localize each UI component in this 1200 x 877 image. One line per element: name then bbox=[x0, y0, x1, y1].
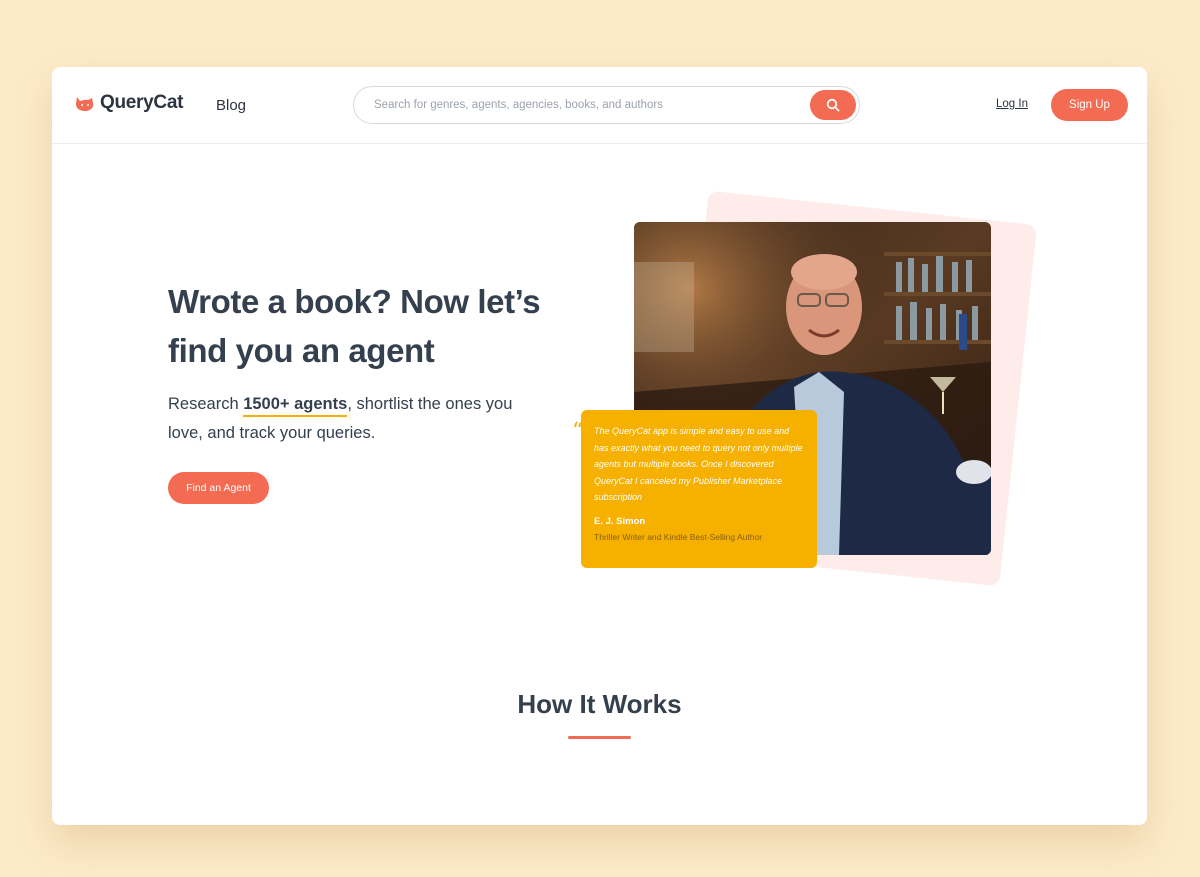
search-input[interactable] bbox=[374, 87, 804, 123]
agent-count-highlight: 1500+ agents bbox=[243, 395, 348, 417]
find-agent-button[interactable]: Find an Agent bbox=[168, 472, 269, 504]
search-bar bbox=[353, 86, 860, 124]
how-it-works-heading: How It Works bbox=[517, 689, 682, 719]
testimonial-role: Thriller Writer and Kindle Best-Selling … bbox=[594, 531, 763, 542]
search-icon bbox=[826, 98, 840, 112]
login-link[interactable]: Log In bbox=[996, 98, 1028, 110]
hero-sub-before: Research bbox=[168, 395, 244, 413]
heading-underline bbox=[568, 736, 631, 739]
testimonial-card: The QueryCat app is simple and easy to u… bbox=[581, 410, 817, 568]
hero-subtitle: Research 1500+ agents, shortlist the one… bbox=[168, 390, 528, 448]
browser-page: QueryCat Blog Log In Sign Up Wrote a boo… bbox=[52, 67, 1147, 825]
cat-icon bbox=[76, 97, 94, 111]
brand-name: QueryCat bbox=[100, 92, 184, 113]
testimonial-author: E. J. Simon bbox=[594, 515, 646, 527]
hero-title: Wrote a book? Now let’s find you an agen… bbox=[168, 283, 541, 369]
querycat-logo[interactable]: QueryCat bbox=[74, 92, 183, 114]
nav-blog-link[interactable]: Blog bbox=[216, 97, 246, 114]
site-header: QueryCat Blog Log In Sign Up bbox=[52, 67, 1147, 144]
signup-button[interactable]: Sign Up bbox=[1051, 89, 1128, 121]
testimonial-quote: The QueryCat app is simple and easy to u… bbox=[594, 426, 803, 502]
search-button[interactable] bbox=[810, 90, 856, 120]
